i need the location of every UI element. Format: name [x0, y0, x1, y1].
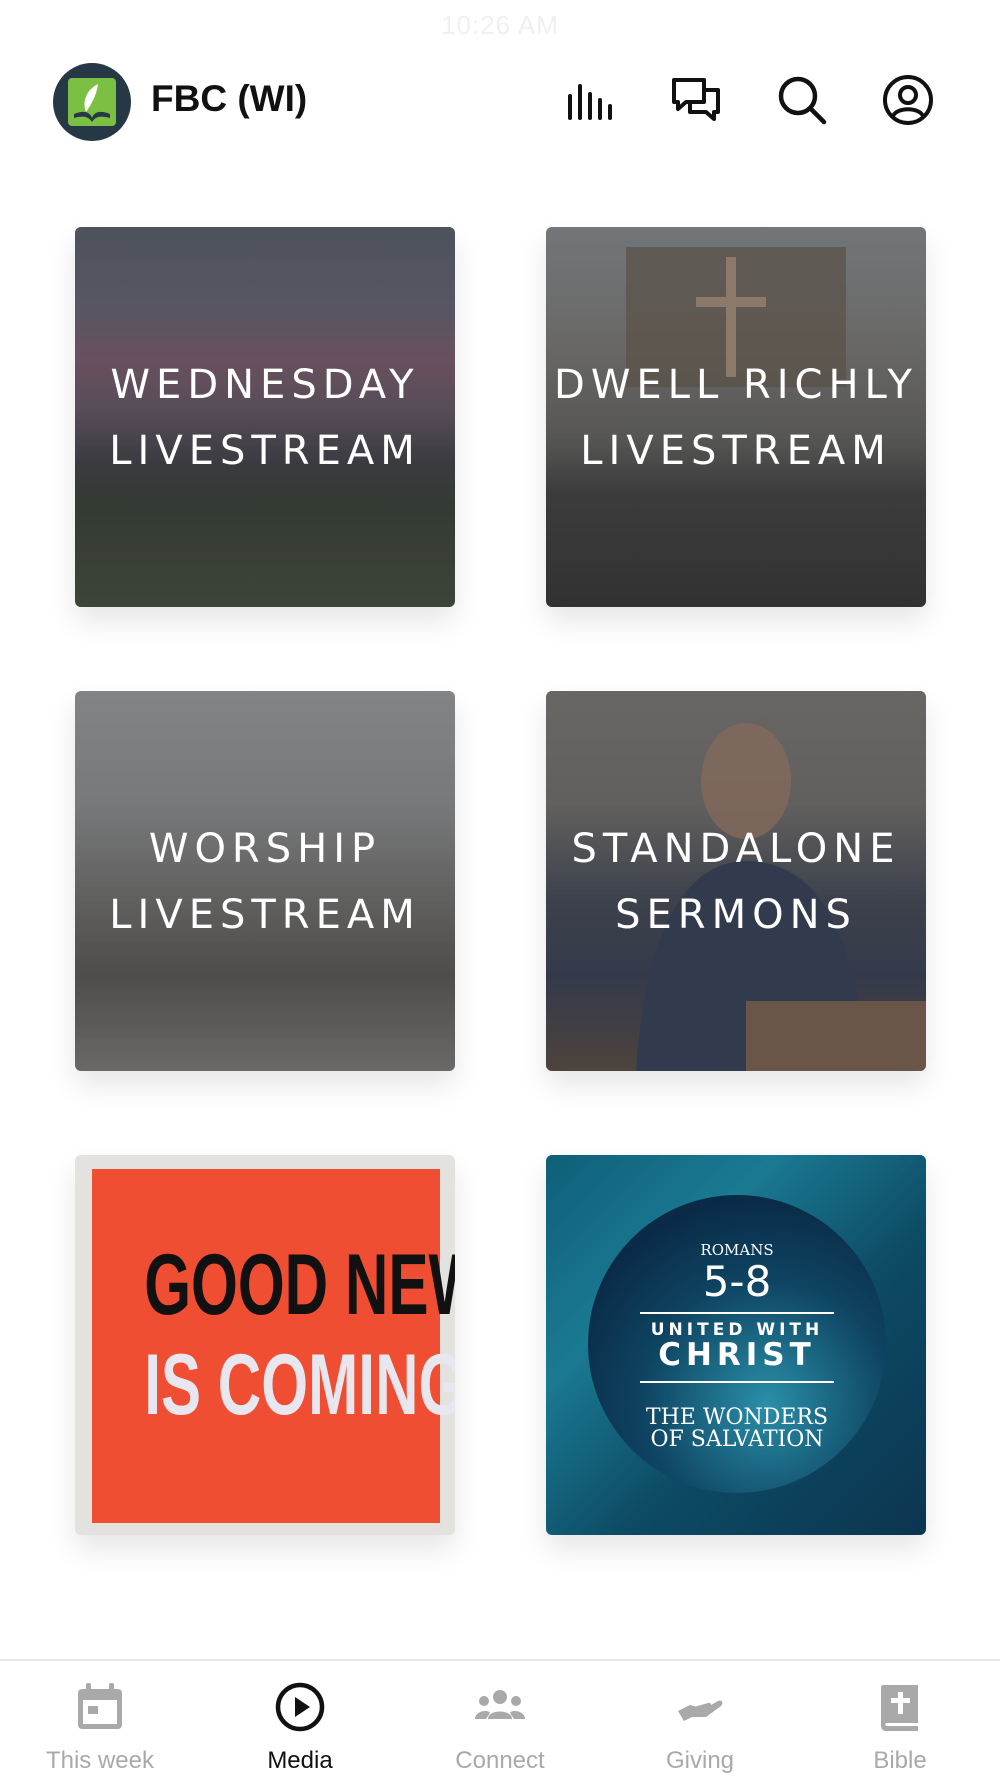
tile-label: DWELL RICHLY LIVESTREAM	[554, 362, 918, 474]
bible-icon	[881, 1685, 918, 1731]
app-header: FBC (WI)	[0, 58, 1000, 146]
equalizer-icon[interactable]	[560, 70, 620, 130]
poster: GOOD NEWS IS COMING	[92, 1169, 455, 1523]
church-logo[interactable]	[53, 63, 131, 141]
tab-label: Giving	[665, 1747, 735, 1774]
series-artwork: ROMANS 5-8 UNITED WITH CHRIST THE WONDER…	[588, 1195, 886, 1493]
tab-label: Media	[267, 1747, 333, 1774]
series-chapters: 5-8	[702, 1257, 772, 1306]
logo-mark-icon	[68, 78, 116, 126]
search-icon[interactable]	[772, 70, 832, 130]
tab-connect[interactable]: Connect	[400, 1661, 600, 1778]
tile-label: STANDALONE SERMONS	[571, 826, 901, 938]
app-title: FBC (WI)	[151, 78, 308, 119]
tile-dwell-richly-livestream[interactable]: DWELL RICHLY LIVESTREAM	[546, 227, 926, 607]
chat-icon[interactable]	[666, 70, 726, 130]
series-title: CHRIST	[658, 1337, 816, 1373]
giving-hand-icon	[678, 1700, 723, 1721]
tab-label: Bible	[873, 1747, 927, 1774]
tile-standalone-sermons[interactable]: STANDALONE SERMONS	[546, 691, 926, 1071]
play-icon	[275, 1682, 325, 1732]
series-subtitle: THE WONDERS OF SALVATION	[645, 1405, 829, 1452]
tab-media[interactable]: Media	[200, 1661, 400, 1778]
calendar-icon	[78, 1683, 122, 1729]
status-time: 10:26 AM	[441, 10, 559, 40]
poster-line-1: GOOD NEWS	[144, 1237, 455, 1333]
tab-label: This week	[45, 1747, 155, 1774]
tab-label: Connect	[455, 1747, 545, 1774]
tile-good-news-is-coming[interactable]: GOOD NEWS IS COMING	[75, 1155, 455, 1535]
tab-bible[interactable]: Bible	[800, 1661, 1000, 1778]
tile-worship-livestream[interactable]: WORSHIP LIVESTREAM	[75, 691, 455, 1071]
tile-wednesday-livestream[interactable]: WEDNESDAY LIVESTREAM	[75, 227, 455, 607]
tile-label: WORSHIP LIVESTREAM	[109, 826, 421, 938]
tile-label: WEDNESDAY LIVESTREAM	[109, 362, 421, 474]
tab-this-week[interactable]: This week	[0, 1661, 200, 1778]
tab-giving[interactable]: Giving	[600, 1661, 800, 1778]
tab-bar: This week Media Connect Giving Bible	[0, 1659, 1000, 1778]
account-icon[interactable]	[878, 70, 938, 130]
status-bar: 10:26 AM	[0, 0, 1000, 50]
poster-line-2: IS COMING	[144, 1337, 455, 1433]
group-icon	[475, 1690, 525, 1719]
tile-romans-5-8[interactable]: ROMANS 5-8 UNITED WITH CHRIST THE WONDER…	[546, 1155, 926, 1535]
divider	[640, 1381, 834, 1383]
divider	[640, 1312, 834, 1314]
